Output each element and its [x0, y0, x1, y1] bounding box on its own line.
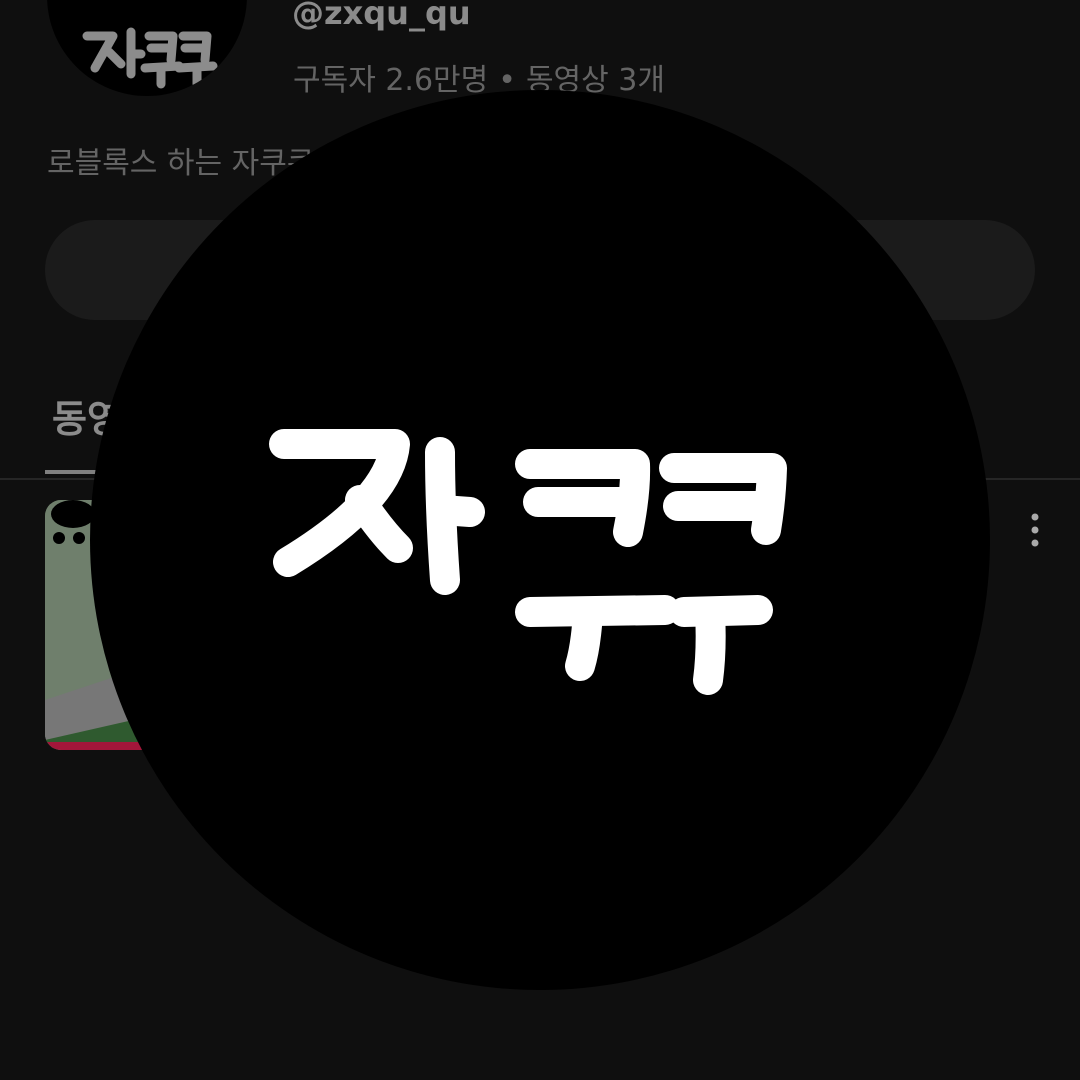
avatar-logo-large — [269, 429, 787, 695]
avatar-preview-overlay[interactable] — [0, 0, 1080, 1080]
avatar-large — [90, 90, 990, 990]
